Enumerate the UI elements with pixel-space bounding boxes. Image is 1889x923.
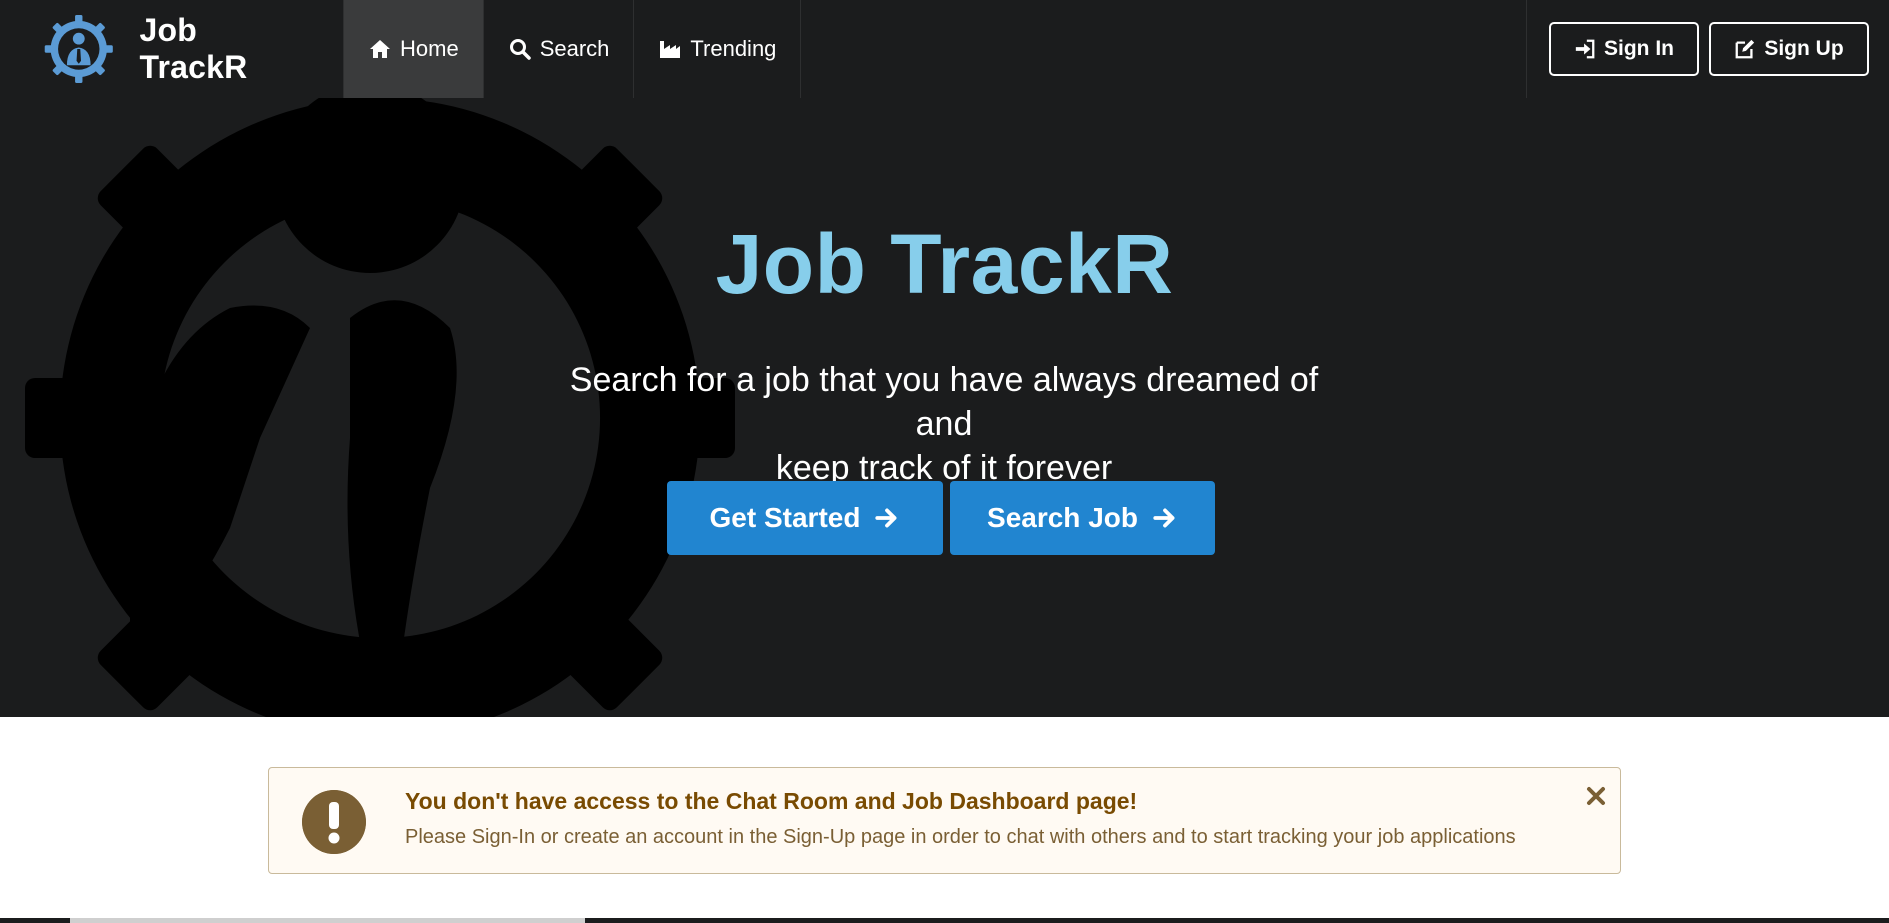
- industry-icon: [660, 41, 681, 58]
- bottom-strip-highlight: [70, 918, 585, 923]
- get-started-label: Get Started: [709, 502, 861, 533]
- get-started-button[interactable]: Get Started: [667, 481, 943, 555]
- edit-icon: [1735, 39, 1755, 59]
- nav-item-search[interactable]: Search: [484, 0, 635, 98]
- exclamation-icon: [302, 790, 366, 854]
- sign-in-icon: [1575, 39, 1595, 59]
- arrow-right-icon: [875, 508, 897, 528]
- nav-item-home[interactable]: Home: [343, 0, 484, 108]
- nav-item-label: Home: [400, 36, 459, 61]
- brand-name: Job TrackR: [139, 12, 248, 85]
- access-warning-message: You don't have access to the Chat Room a…: [268, 767, 1621, 874]
- hero-section: Job TrackR Search for a job that you hav…: [0, 98, 1889, 717]
- sign-up-label: Sign Up: [1764, 37, 1844, 60]
- nav-item-trending[interactable]: Trending: [634, 0, 802, 98]
- close-icon[interactable]: [1586, 786, 1606, 806]
- auth-buttons: Sign In Sign Up: [1526, 0, 1889, 98]
- arrow-right-icon: [1153, 508, 1175, 528]
- sign-up-button[interactable]: Sign Up: [1709, 22, 1869, 76]
- hero-subtitle-line-1: Search for a job that you have always dr…: [569, 361, 1319, 443]
- gear-person-logo-icon: [44, 14, 113, 84]
- sign-in-label: Sign In: [1604, 37, 1674, 60]
- search-job-label: Search Job: [987, 502, 1138, 533]
- home-icon: [370, 40, 390, 58]
- nav-item-label: Trending: [690, 36, 777, 61]
- brand[interactable]: Job TrackR: [0, 0, 343, 98]
- top-navbar: Job TrackR Home Search Trending Sign In …: [0, 0, 1889, 108]
- search-icon: [509, 39, 531, 60]
- message-body: Please Sign-In or create an account in t…: [405, 826, 1516, 848]
- sign-in-button[interactable]: Sign In: [1549, 22, 1699, 76]
- message-header: You don't have access to the Chat Room a…: [405, 788, 1138, 814]
- hero-subtitle: Search for a job that you have always dr…: [544, 358, 1344, 490]
- hero-subtitle-line-2: keep track of it forever: [775, 449, 1113, 487]
- search-job-button[interactable]: Search Job: [950, 481, 1215, 555]
- nav-item-label: Search: [539, 36, 610, 61]
- bottom-strip: [0, 918, 1889, 923]
- hero-title: Job TrackR: [715, 217, 1174, 311]
